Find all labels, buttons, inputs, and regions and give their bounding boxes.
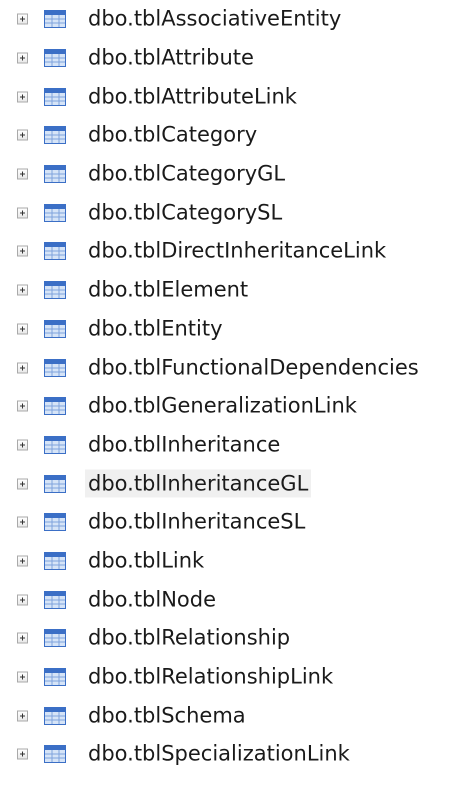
tree-item-label[interactable]: dbo.tblRelationshipLink — [85, 662, 336, 690]
expand-plus-icon[interactable] — [17, 748, 28, 760]
tree-item-label[interactable]: dbo.tblAttribute — [85, 43, 257, 71]
tree-item-label[interactable]: dbo.tblSpecializationLink — [85, 740, 353, 768]
tree-item-label[interactable]: dbo.tblInheritanceSL — [85, 508, 308, 536]
tree-item-label[interactable]: dbo.tblNode — [85, 585, 219, 613]
expand-plus-icon[interactable] — [17, 91, 28, 103]
tree-item-table[interactable]: dbo.tblInheritanceSL — [0, 503, 451, 542]
tree-item-label[interactable]: dbo.tblAttributeLink — [85, 82, 300, 110]
expand-plus-icon[interactable] — [17, 478, 28, 490]
tree-item-label[interactable]: dbo.tblSchema — [85, 701, 249, 729]
expand-plus-icon[interactable] — [17, 516, 28, 528]
table-icon — [44, 242, 66, 261]
tree-item-table[interactable]: dbo.tblAssociativeEntity — [0, 0, 451, 39]
tree-item-table[interactable]: dbo.tblSpecializationLink — [0, 735, 451, 774]
expand-plus-icon[interactable] — [17, 632, 28, 644]
tree-item-table[interactable]: dbo.tblGeneralizationLink — [0, 387, 451, 426]
table-icon — [44, 474, 66, 493]
object-explorer-tree: dbo.tblAssociativeEntity dbo.tblAttribute… — [0, 0, 451, 774]
expand-plus-icon[interactable] — [17, 129, 28, 141]
tree-item-table[interactable]: dbo.tblDirectInheritanceLink — [0, 232, 451, 271]
expand-plus-icon[interactable] — [17, 168, 28, 180]
tree-item-label[interactable]: dbo.tblCategory — [85, 121, 260, 149]
expand-plus-icon[interactable] — [17, 245, 28, 257]
table-icon — [44, 203, 66, 222]
tree-item-label[interactable]: dbo.tblInheritance — [85, 430, 283, 458]
tree-item-table[interactable]: dbo.tblCategorySL — [0, 193, 451, 232]
table-icon — [44, 706, 66, 725]
expand-plus-icon[interactable] — [17, 555, 28, 567]
table-icon — [44, 397, 66, 416]
expand-plus-icon[interactable] — [17, 362, 28, 374]
expand-plus-icon[interactable] — [17, 439, 28, 451]
tree-item-table[interactable]: dbo.tblInheritanceGL — [0, 464, 451, 503]
expand-plus-icon[interactable] — [17, 207, 28, 219]
table-icon — [44, 745, 66, 764]
table-icon — [44, 165, 66, 184]
tree-item-table[interactable]: dbo.tblEntity — [0, 310, 451, 349]
tree-item-table[interactable]: dbo.tblInheritance — [0, 426, 451, 465]
tree-item-table[interactable]: dbo.tblNode — [0, 580, 451, 619]
tree-item-label[interactable]: dbo.tblRelationship — [85, 624, 293, 652]
tree-item-table[interactable]: dbo.tblFunctionalDependencies — [0, 348, 451, 387]
table-icon — [44, 126, 66, 145]
table-icon — [44, 668, 66, 687]
tree-item-table[interactable]: dbo.tblAttributeLink — [0, 77, 451, 116]
table-icon — [44, 435, 66, 454]
expand-plus-icon[interactable] — [17, 400, 28, 412]
expand-plus-icon[interactable] — [17, 671, 28, 683]
tree-item-label[interactable]: dbo.tblCategoryGL — [85, 160, 288, 188]
tree-item-label[interactable]: dbo.tblAssociativeEntity — [85, 5, 344, 33]
tree-item-label[interactable]: dbo.tblFunctionalDependencies — [85, 353, 422, 381]
tree-item-table[interactable]: dbo.tblRelationship — [0, 619, 451, 658]
table-icon — [44, 49, 66, 68]
tree-item-table[interactable]: dbo.tblCategoryGL — [0, 155, 451, 194]
tree-item-label[interactable]: dbo.tblCategorySL — [85, 198, 285, 226]
expand-plus-icon[interactable] — [17, 710, 28, 722]
tree-item-label[interactable]: dbo.tblLink — [85, 546, 207, 574]
expand-plus-icon[interactable] — [17, 284, 28, 296]
tree-item-table[interactable]: dbo.tblLink — [0, 542, 451, 581]
tree-item-label[interactable]: dbo.tblElement — [85, 276, 251, 304]
table-icon — [44, 281, 66, 300]
tree-item-label[interactable]: dbo.tblGeneralizationLink — [85, 392, 360, 420]
table-icon — [44, 10, 66, 29]
expand-plus-icon[interactable] — [17, 13, 28, 25]
table-icon — [44, 358, 66, 377]
expand-plus-icon[interactable] — [17, 52, 28, 64]
tree-item-label[interactable]: dbo.tblEntity — [85, 314, 226, 342]
tree-item-table[interactable]: dbo.tblRelationshipLink — [0, 658, 451, 697]
tree-item-table[interactable]: dbo.tblCategory — [0, 116, 451, 155]
table-icon — [44, 319, 66, 338]
table-icon — [44, 513, 66, 532]
expand-plus-icon[interactable] — [17, 323, 28, 335]
tree-item-table[interactable]: dbo.tblElement — [0, 271, 451, 310]
table-icon — [44, 87, 66, 106]
tree-item-label[interactable]: dbo.tblDirectInheritanceLink — [85, 237, 389, 265]
expand-plus-icon[interactable] — [17, 594, 28, 606]
table-icon — [44, 629, 66, 648]
table-icon — [44, 590, 66, 609]
tree-item-table[interactable]: dbo.tblSchema — [0, 696, 451, 735]
table-icon — [44, 551, 66, 570]
tree-item-table[interactable]: dbo.tblAttribute — [0, 39, 451, 78]
tree-item-label[interactable]: dbo.tblInheritanceGL — [85, 469, 312, 498]
